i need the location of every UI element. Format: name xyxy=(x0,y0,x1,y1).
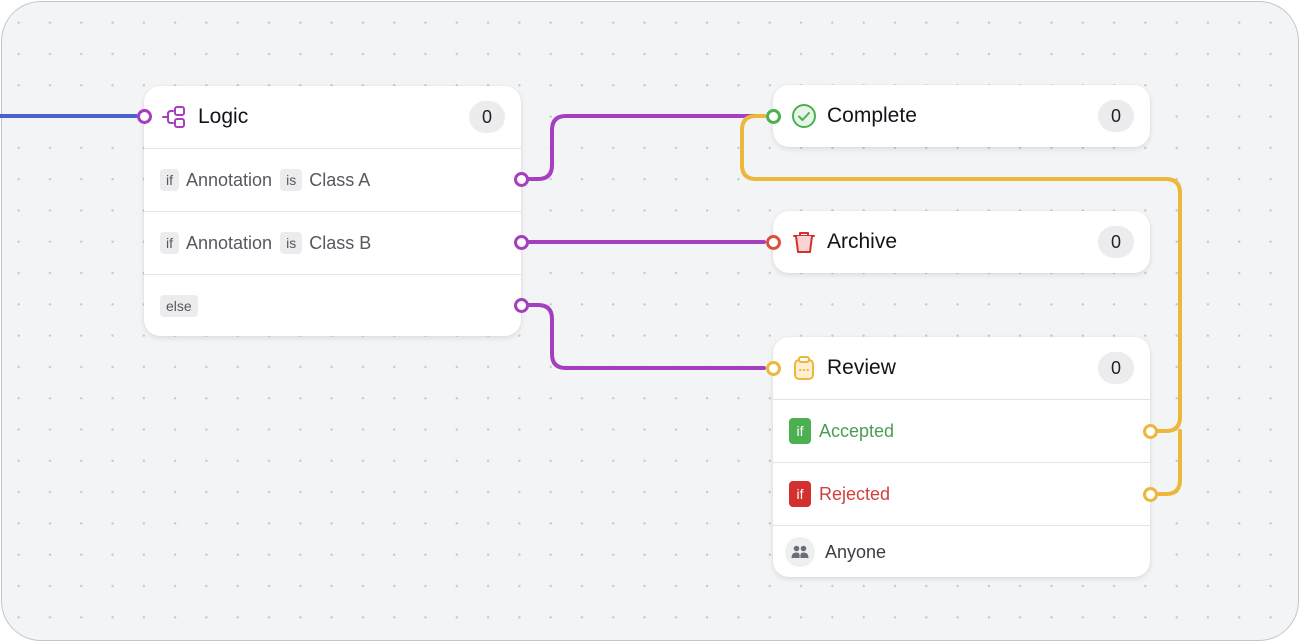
complete-input-port[interactable] xyxy=(766,109,781,124)
operator-chip: is xyxy=(280,232,303,254)
logic-node-count: 0 xyxy=(469,101,505,133)
review-node-header[interactable]: Review 0 xyxy=(773,337,1150,399)
complete-node[interactable]: Complete 0 xyxy=(773,85,1150,147)
outcome-label-accepted: Accepted xyxy=(819,420,895,441)
complete-node-header[interactable]: Complete 0 xyxy=(773,85,1150,147)
users-icon xyxy=(785,537,815,567)
logic-rule-row[interactable]: if Annotation is Class B xyxy=(144,211,521,274)
class-a-output-port[interactable] xyxy=(514,172,529,187)
rule-field: Annotation xyxy=(186,169,273,190)
complete-node-count: 0 xyxy=(1098,100,1134,132)
rule-value: Class A xyxy=(309,169,371,190)
complete-node-title: Complete xyxy=(827,104,917,127)
else-output-port[interactable] xyxy=(514,298,529,313)
rule-value: Class B xyxy=(309,232,372,253)
archive-input-port[interactable] xyxy=(766,235,781,250)
logic-branch-icon xyxy=(162,104,188,130)
else-chip: else xyxy=(160,295,198,317)
archive-node-title: Archive xyxy=(827,230,898,253)
check-circle-icon xyxy=(791,103,817,129)
review-node-count: 0 xyxy=(1098,352,1134,384)
keyword-chip: if xyxy=(160,169,179,191)
archive-node[interactable]: Archive 0 xyxy=(773,211,1150,273)
clipboard-icon xyxy=(791,355,817,381)
operator-chip: is xyxy=(280,169,303,191)
review-node-title: Review xyxy=(827,356,896,379)
logic-node-header[interactable]: Logic 0 xyxy=(144,86,521,148)
rule-field: Annotation xyxy=(186,232,273,253)
review-outcome-rejected[interactable]: if Rejected xyxy=(773,462,1150,525)
logic-node[interactable]: Logic 0 if Annotation is Class A if Anno… xyxy=(144,86,521,336)
archive-node-count: 0 xyxy=(1098,226,1134,258)
if-badge-accepted: if xyxy=(789,418,811,444)
review-input-port[interactable] xyxy=(766,361,781,376)
class-b-output-port[interactable] xyxy=(514,235,529,250)
logic-rule-row[interactable]: if Annotation is Class A xyxy=(144,148,521,211)
archive-node-header[interactable]: Archive 0 xyxy=(773,211,1150,273)
logic-node-title: Logic xyxy=(198,105,249,128)
rejected-output-port[interactable] xyxy=(1143,487,1158,502)
review-assignee-row[interactable]: Anyone xyxy=(773,525,1150,578)
trash-icon xyxy=(791,229,817,255)
logic-else-row[interactable]: else xyxy=(144,274,521,337)
assignee-label: Anyone xyxy=(825,541,887,562)
review-outcome-accepted[interactable]: if Accepted xyxy=(773,399,1150,462)
keyword-chip: if xyxy=(160,232,179,254)
outcome-label-rejected: Rejected xyxy=(819,483,891,504)
review-node[interactable]: Review 0 if Accepted if Rejected Anyone xyxy=(773,337,1150,577)
if-badge-rejected: if xyxy=(789,481,811,507)
accepted-output-port[interactable] xyxy=(1143,424,1158,439)
logic-input-port[interactable] xyxy=(137,109,152,124)
